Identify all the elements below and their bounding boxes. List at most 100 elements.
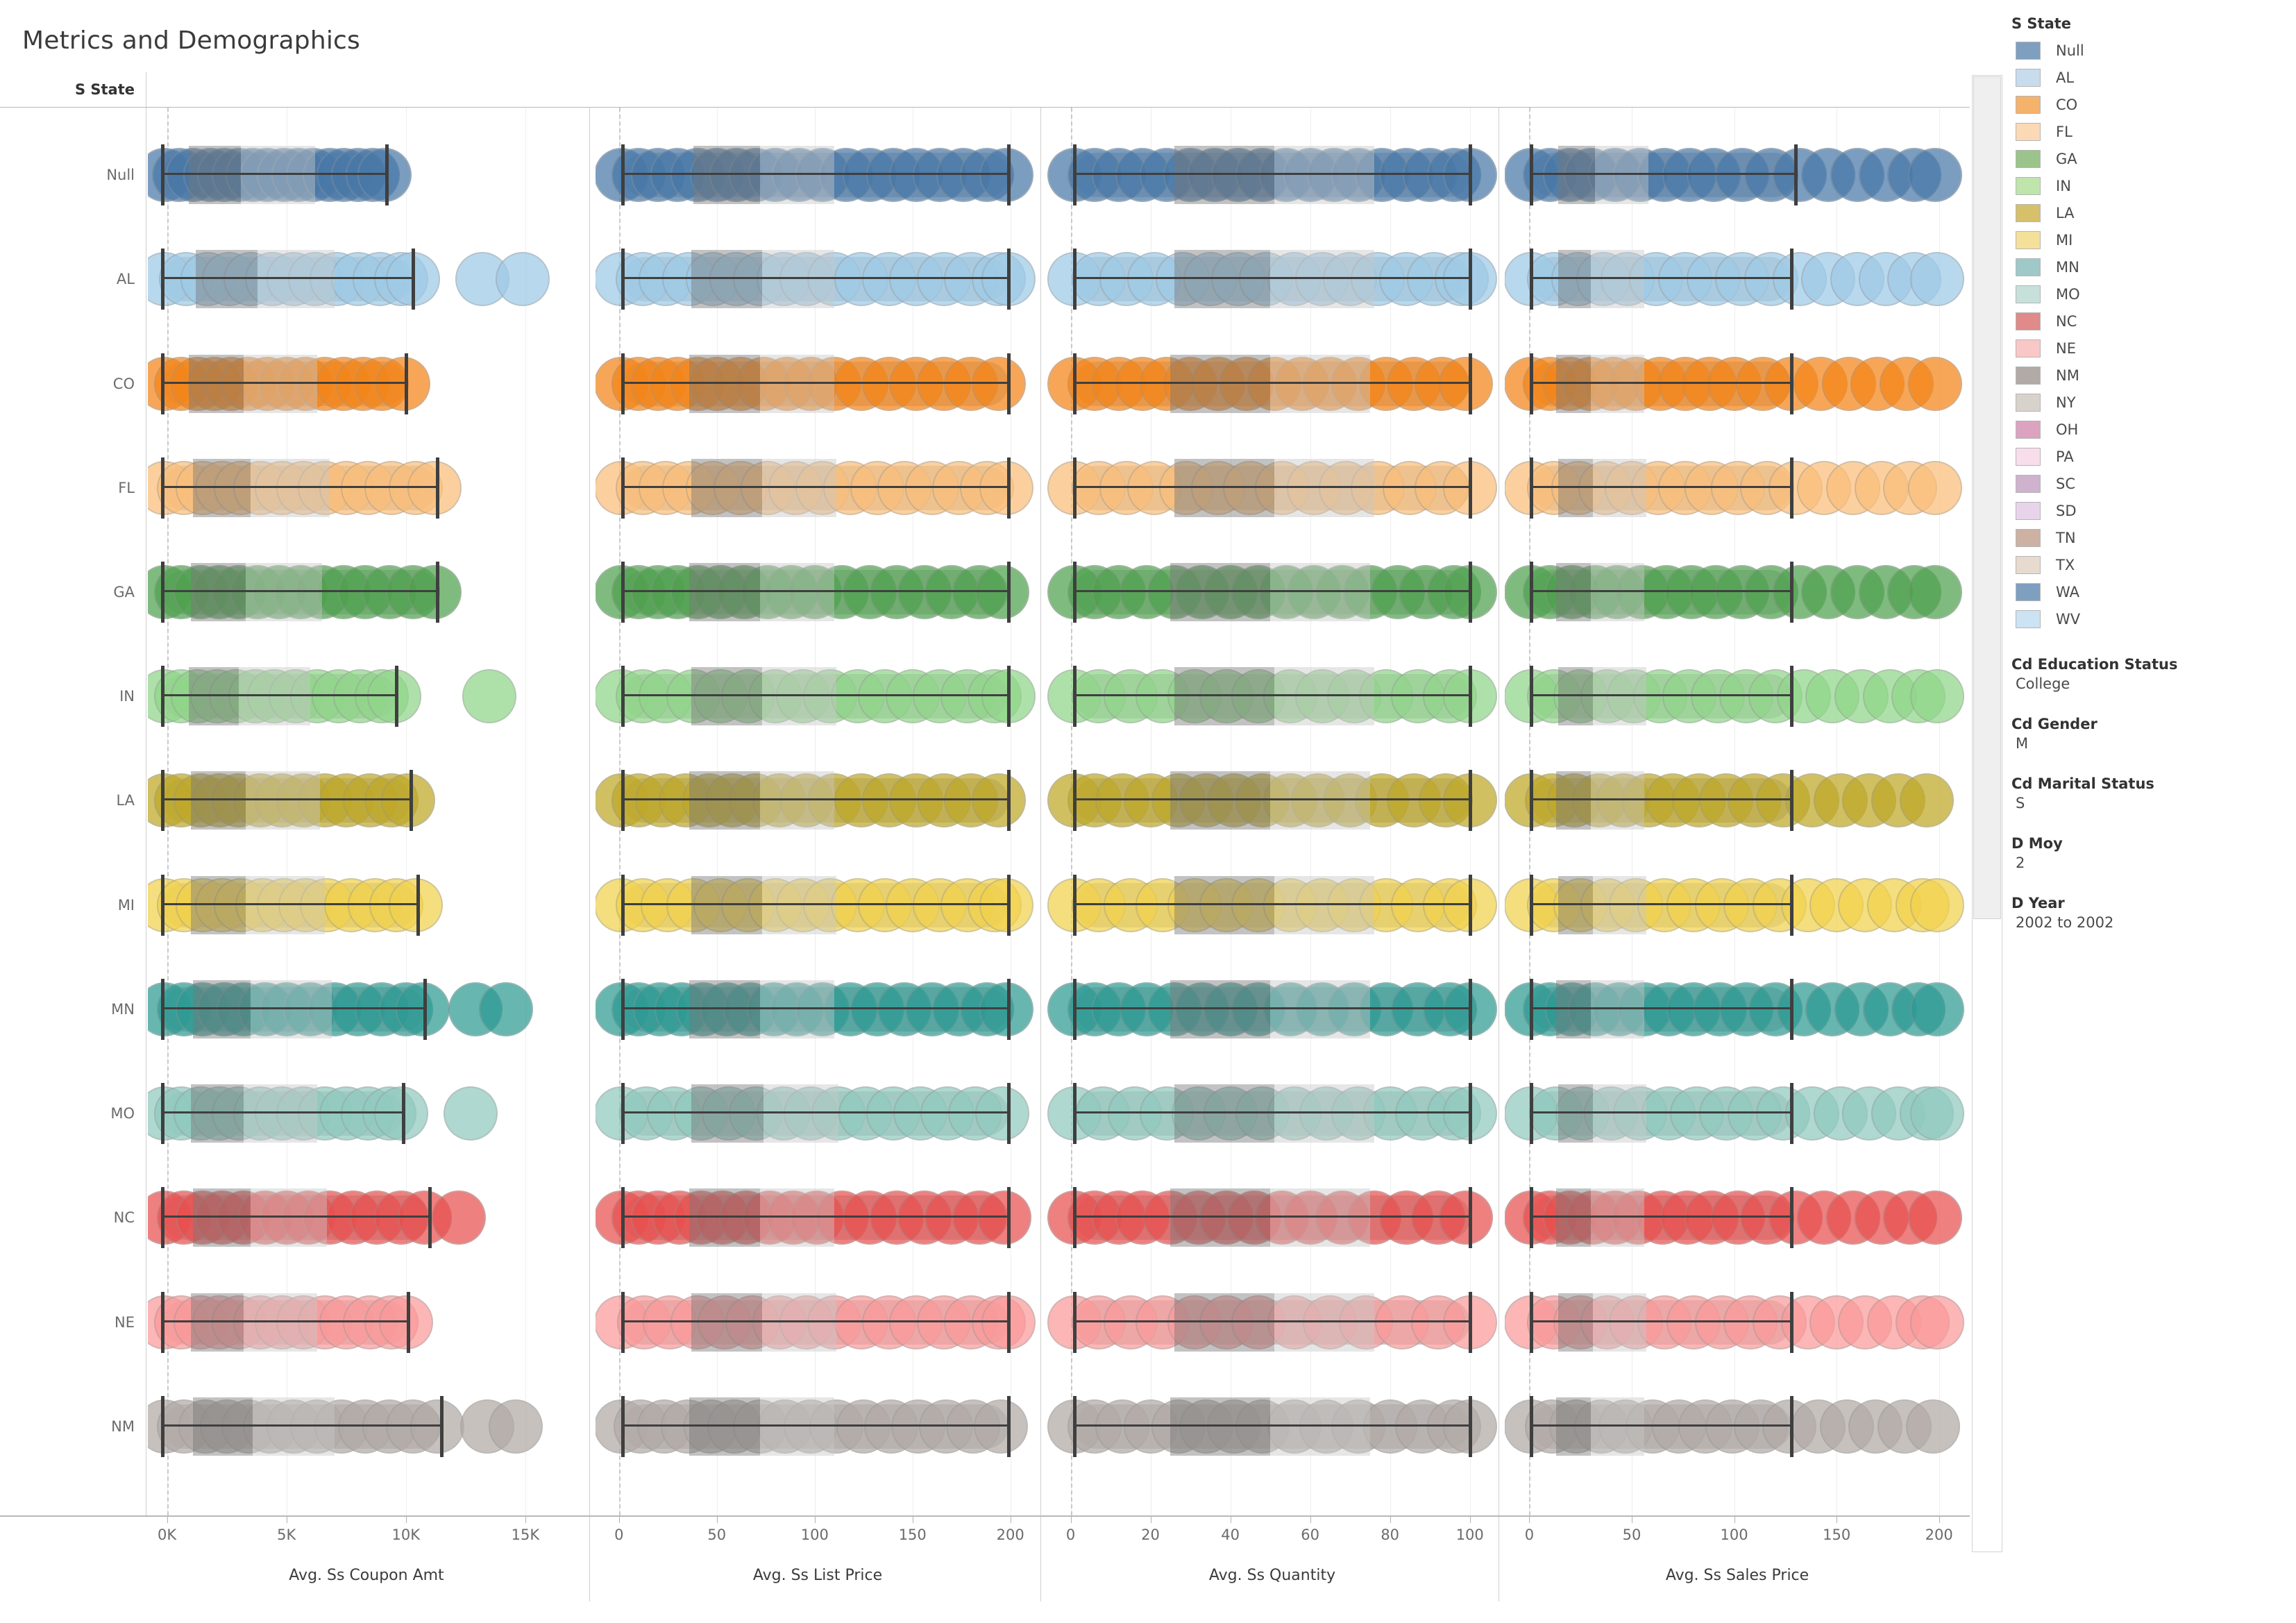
data-point-circle[interactable] [373,1086,428,1141]
box-plot-row[interactable] [148,663,585,730]
box-plot-row[interactable] [1047,142,1498,208]
box-plot-row[interactable] [1505,976,1970,1043]
legend-item[interactable]: TX [2011,551,2289,578]
legend-item[interactable]: MO [2011,280,2289,308]
box-plot-row[interactable] [1047,872,1498,939]
box-plot-row[interactable] [1047,455,1498,521]
data-point-circle[interactable] [357,148,412,203]
data-point-circle[interactable] [971,356,1026,411]
legend-item[interactable]: NE [2011,335,2289,362]
box-plot-row[interactable] [596,559,1040,625]
legend-item[interactable]: PA [2011,443,2289,470]
data-point-circle[interactable] [443,1086,498,1141]
data-point-circle[interactable] [1909,252,1964,307]
legend-item[interactable]: Null [2011,37,2289,64]
data-point-circle[interactable] [1909,1086,1964,1141]
data-point-circle[interactable] [410,1399,464,1454]
legend-item[interactable]: OH [2011,416,2289,443]
data-point-circle[interactable] [496,252,550,307]
box-plot-row[interactable] [1505,351,1970,417]
data-point-circle[interactable] [1438,1191,1493,1245]
legend-item[interactable]: AL [2011,64,2289,91]
box-plot-row[interactable] [1505,246,1970,312]
data-point-circle[interactable] [431,1191,486,1245]
data-point-circle[interactable] [1909,669,1964,724]
data-point-circle[interactable] [1909,877,1964,932]
box-plot-row[interactable] [1505,663,1970,730]
data-point-circle[interactable] [1905,1399,1960,1454]
data-point-circle[interactable] [407,565,462,619]
data-point-circle[interactable] [1907,1191,1962,1245]
legend-item[interactable]: TN [2011,524,2289,551]
box-plot-row[interactable] [1505,767,1970,834]
box-plot-row[interactable] [1047,1289,1498,1356]
data-point-circle[interactable] [973,1399,1028,1454]
legend-item[interactable]: NC [2011,308,2289,335]
data-point-circle[interactable] [381,773,436,828]
box-plot-row[interactable] [1047,1080,1498,1147]
box-plot-row[interactable] [1505,455,1970,521]
legend-item[interactable]: NY [2011,389,2289,416]
data-point-circle[interactable] [977,1191,1032,1245]
data-point-circle[interactable] [1909,1295,1964,1349]
legend-item[interactable]: WA [2011,578,2289,605]
box-plot-row[interactable] [596,872,1040,939]
data-point-circle[interactable] [395,982,450,1036]
data-point-circle[interactable] [1907,460,1962,515]
box-plot-row[interactable] [1047,976,1498,1043]
legend-item[interactable]: MI [2011,226,2289,253]
legend-item[interactable]: WV [2011,605,2289,632]
box-plot-row[interactable] [596,455,1040,521]
box-plot-row[interactable] [148,559,585,625]
box-plot-row[interactable] [1047,1184,1498,1251]
data-point-circle[interactable] [388,877,443,932]
box-plot-row[interactable] [1505,872,1970,939]
box-plot-row[interactable] [148,1289,585,1356]
data-point-circle[interactable] [489,1399,543,1454]
box-plot-row[interactable] [148,351,585,417]
legend-item[interactable]: MN [2011,253,2289,280]
data-point-circle[interactable] [479,982,534,1036]
legend-item[interactable]: FL [2011,118,2289,145]
box-plot-row[interactable] [1047,351,1498,417]
box-plot-row[interactable] [596,1184,1040,1251]
box-plot-row[interactable] [1047,767,1498,834]
legend-item[interactable]: SC [2011,470,2289,497]
data-point-circle[interactable] [971,773,1026,828]
box-plot-row[interactable] [1505,1080,1970,1147]
box-plot-row[interactable] [148,455,585,521]
box-plot-row[interactable] [596,767,1040,834]
data-point-circle[interactable] [975,1086,1030,1141]
legend-item[interactable]: GA [2011,145,2289,172]
data-point-circle[interactable] [1907,148,1962,203]
box-plot-row[interactable] [148,872,585,939]
data-point-circle[interactable] [407,460,462,515]
box-plot-row[interactable] [1047,1393,1498,1460]
box-plot-row[interactable] [596,142,1040,208]
vertical-scrollbar-thumb[interactable] [1973,76,2001,919]
box-plot-row[interactable] [148,142,585,208]
data-point-circle[interactable] [1438,356,1493,411]
box-plot-row[interactable] [596,663,1040,730]
box-plot-row[interactable] [1505,142,1970,208]
box-plot-row[interactable] [148,246,585,312]
box-plot-row[interactable] [1047,663,1498,730]
box-plot-row[interactable] [1505,559,1970,625]
box-plot-row[interactable] [148,1393,585,1460]
box-plot-row[interactable] [1505,1184,1970,1251]
box-plot-row[interactable] [596,246,1040,312]
data-point-circle[interactable] [975,565,1030,619]
data-point-circle[interactable] [378,1295,433,1349]
data-point-circle[interactable] [1900,773,1955,828]
data-point-circle[interactable] [1909,982,1964,1036]
box-plot-row[interactable] [148,1184,585,1251]
box-plot-row[interactable] [1047,246,1498,312]
box-plot-row[interactable] [1505,1393,1970,1460]
legend-item[interactable]: LA [2011,199,2289,226]
box-plot-row[interactable] [596,351,1040,417]
box-plot-row[interactable] [596,1080,1040,1147]
box-plot-row[interactable] [148,767,585,834]
box-plot-row[interactable] [148,976,585,1043]
data-point-circle[interactable] [366,669,421,724]
box-plot-row[interactable] [1047,559,1498,625]
